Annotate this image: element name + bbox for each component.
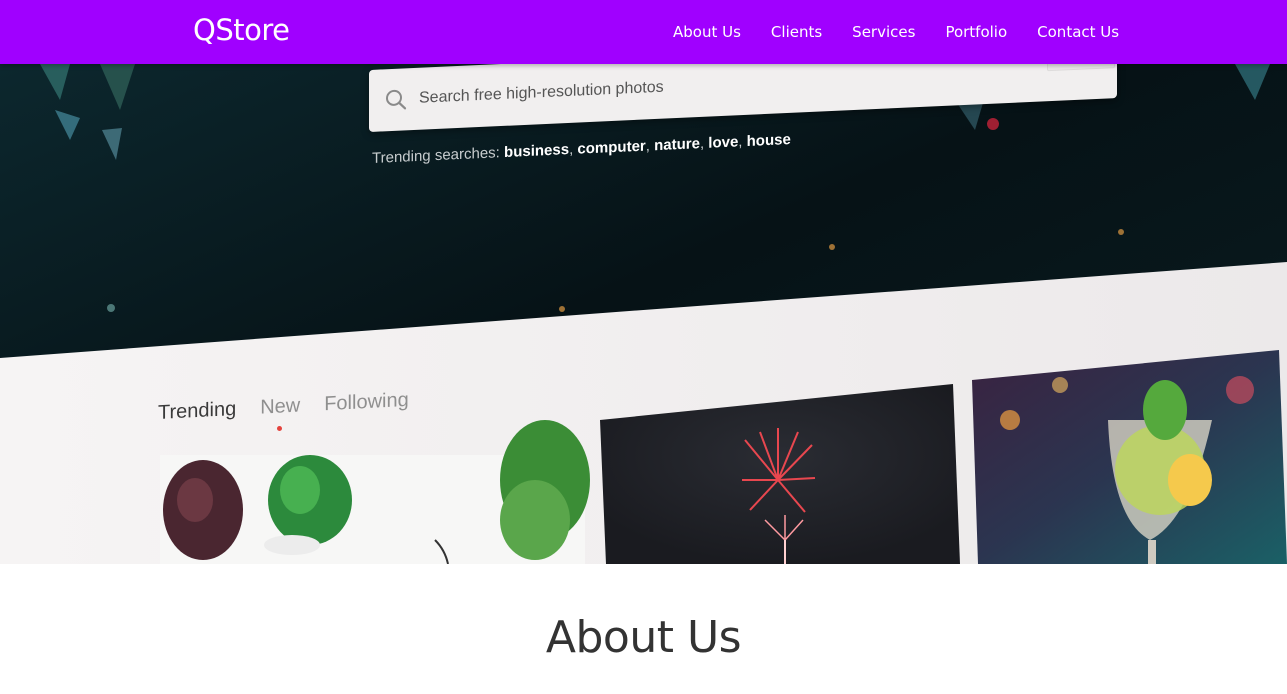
trending-searches: Trending searches: business, computer, n… bbox=[372, 130, 791, 167]
tab-new: New bbox=[260, 394, 301, 419]
photo-tabs: Trending New Following bbox=[158, 389, 409, 425]
trending-term: love bbox=[708, 133, 739, 152]
about-section-title: About Us bbox=[545, 612, 742, 663]
trending-term: house bbox=[746, 130, 791, 150]
nav-link-portfolio[interactable]: Portfolio bbox=[930, 23, 1022, 41]
tab-following: Following bbox=[324, 388, 409, 416]
nav-link-clients[interactable]: Clients bbox=[756, 23, 837, 41]
nav-link-contact-us[interactable]: Contact Us bbox=[1022, 23, 1134, 41]
nav-links: About Us Clients Services Portfolio Cont… bbox=[658, 0, 1134, 64]
brand-logo[interactable]: QStore bbox=[193, 13, 290, 47]
nav-link-about-us[interactable]: About Us bbox=[658, 23, 756, 41]
tab-trending: Trending bbox=[158, 397, 237, 424]
trending-term: computer bbox=[577, 137, 646, 158]
trending-term: nature bbox=[654, 135, 700, 155]
hero-screen-content: Search free high-resolution photos Searc… bbox=[0, 0, 1287, 564]
search-placeholder: Search free high-resolution photos bbox=[419, 78, 664, 107]
active-tab-indicator bbox=[277, 426, 282, 431]
hero-image: Search free high-resolution photos Searc… bbox=[0, 0, 1287, 564]
nav-link-services[interactable]: Services bbox=[837, 23, 930, 41]
trending-label: Trending searches: bbox=[372, 144, 500, 167]
search-icon bbox=[386, 89, 407, 110]
top-navbar: QStore About Us Clients Services Portfol… bbox=[0, 0, 1287, 64]
trending-term: business bbox=[504, 141, 570, 162]
